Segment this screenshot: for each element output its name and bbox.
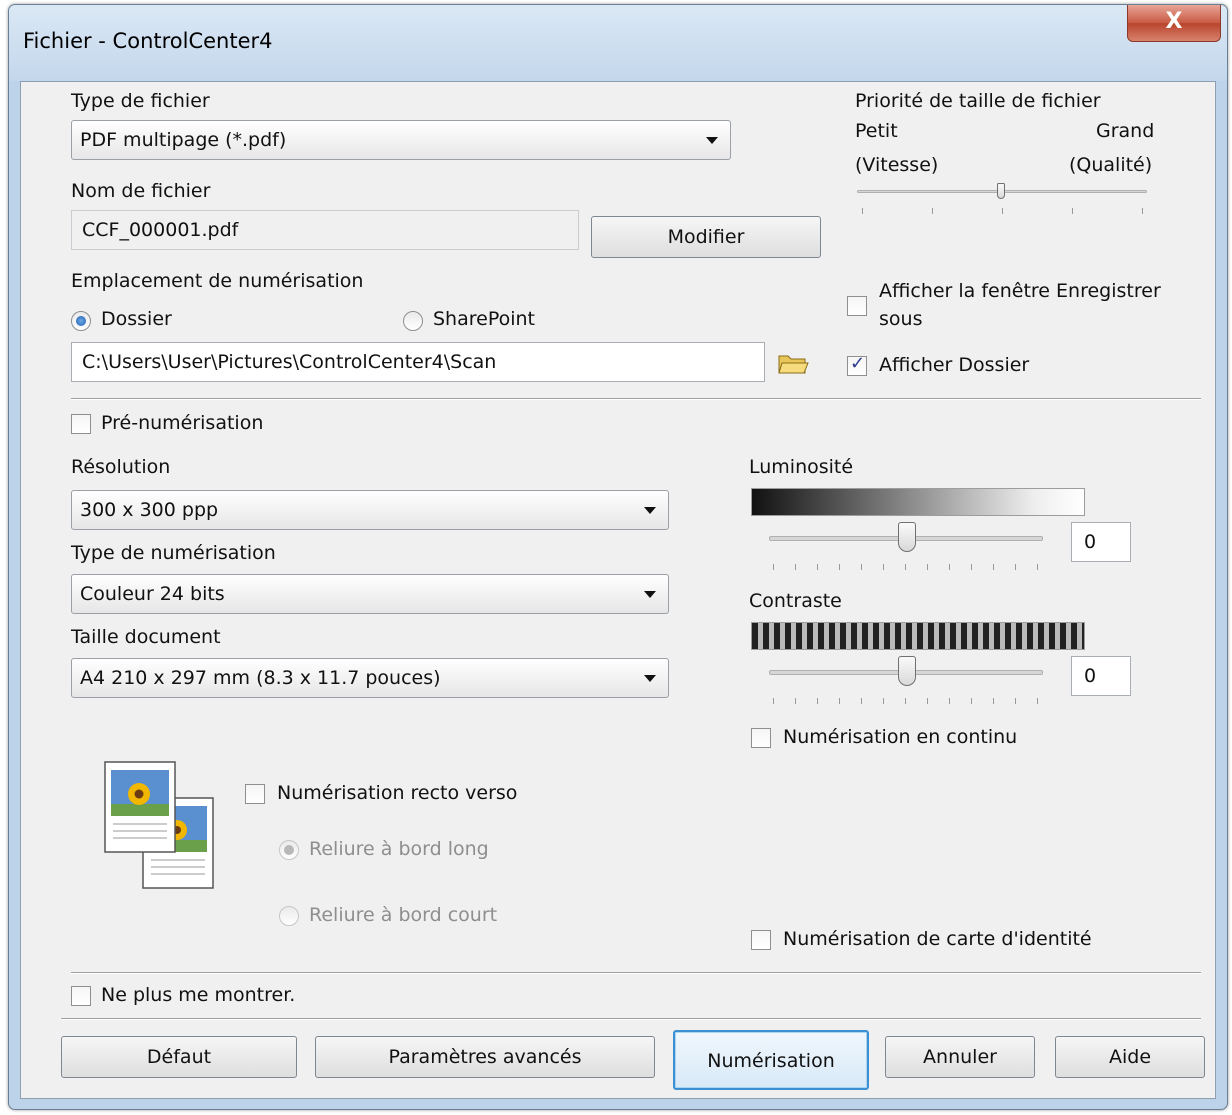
- separator-bottom: [61, 1018, 1201, 1020]
- chevron-down-icon: [644, 591, 656, 598]
- scan-path-input[interactable]: C:\Users\User\Pictures\ControlCenter4\Sc…: [71, 342, 765, 382]
- contrast-slider-thumb[interactable]: [898, 656, 916, 686]
- show-folder-checkbox[interactable]: [847, 353, 867, 376]
- file-type-select[interactable]: PDF multipage (*.pdf): [71, 120, 731, 160]
- separator-top: [71, 398, 1201, 400]
- file-name-value: CCF_000001.pdf: [82, 219, 239, 241]
- scan-type-value: Couleur 24 bits: [80, 583, 225, 605]
- file-size-priority-label: Priorité de taille de fichier: [855, 90, 1101, 112]
- modify-button[interactable]: Modifier: [591, 216, 821, 258]
- short-edge-label[interactable]: Reliure à bord court: [309, 904, 497, 926]
- continuous-scan-label[interactable]: Numérisation en continu: [783, 726, 1017, 748]
- chevron-down-icon: [706, 137, 718, 144]
- resolution-select[interactable]: 300 x 300 ppp: [71, 490, 669, 530]
- file-size-small-label: Petit: [855, 120, 898, 142]
- window-title: Fichier - ControlCenter4: [23, 29, 273, 53]
- chevron-down-icon: [644, 507, 656, 514]
- scan-path-value: C:\Users\User\Pictures\ControlCenter4\Sc…: [82, 351, 497, 373]
- duplex-scan-label[interactable]: Numérisation recto verso: [277, 782, 517, 804]
- advanced-settings-button[interactable]: Paramètres avancés: [315, 1036, 655, 1078]
- file-name-label: Nom de fichier: [71, 180, 211, 202]
- doc-size-label: Taille document: [71, 626, 221, 648]
- resolution-value: 300 x 300 ppp: [80, 499, 219, 521]
- file-name-field: CCF_000001.pdf: [71, 210, 579, 250]
- id-card-scan-label[interactable]: Numérisation de carte d'identité: [783, 928, 1092, 950]
- contrast-value-input[interactable]: 0: [1071, 656, 1131, 696]
- file-size-slider-thumb[interactable]: [997, 183, 1005, 199]
- folder-radio-label[interactable]: Dossier: [101, 308, 172, 330]
- file-type-value: PDF multipage (*.pdf): [80, 129, 287, 151]
- sharepoint-radio[interactable]: [403, 311, 423, 331]
- doc-size-select[interactable]: A4 210 x 297 mm (8.3 x 11.7 pouces): [71, 658, 669, 698]
- brightness-value-input[interactable]: 0: [1071, 522, 1131, 562]
- brightness-gradient-bar: [751, 488, 1085, 516]
- short-edge-radio[interactable]: [279, 906, 299, 926]
- resolution-label: Résolution: [71, 456, 171, 478]
- dialog-client-area: Type de fichier PDF multipage (*.pdf) Pr…: [20, 81, 1216, 1099]
- dont-show-label[interactable]: Ne plus me montrer.: [101, 984, 295, 1006]
- file-size-small-sub: (Vitesse): [855, 154, 939, 176]
- brightness-label: Luminosité: [749, 456, 854, 478]
- brightness-slider-thumb[interactable]: [898, 522, 916, 552]
- duplex-document-icon: [104, 761, 214, 889]
- default-button[interactable]: Défaut: [61, 1036, 297, 1078]
- help-button[interactable]: Aide: [1055, 1036, 1205, 1078]
- scan-location-label: Emplacement de numérisation: [71, 270, 364, 292]
- show-folder-label[interactable]: Afficher Dossier: [879, 354, 1029, 376]
- long-edge-radio[interactable]: [279, 840, 299, 860]
- file-size-large-label: Grand: [1096, 120, 1155, 142]
- title-bar[interactable]: Fichier - ControlCenter4 X: [9, 5, 1227, 81]
- file-size-large-sub: (Qualité): [1069, 154, 1153, 176]
- close-button[interactable]: X: [1127, 5, 1221, 42]
- prescan-checkbox[interactable]: [71, 414, 91, 434]
- show-save-as-label-line2[interactable]: sous: [879, 308, 922, 330]
- duplex-scan-checkbox[interactable]: [245, 784, 265, 804]
- folder-radio[interactable]: [71, 311, 91, 331]
- doc-size-value: A4 210 x 297 mm (8.3 x 11.7 pouces): [80, 667, 441, 689]
- scan-type-select[interactable]: Couleur 24 bits: [71, 574, 669, 614]
- continuous-scan-checkbox[interactable]: [751, 728, 771, 748]
- show-save-as-checkbox[interactable]: [847, 296, 867, 316]
- separator-middle: [71, 972, 1201, 974]
- file-type-label: Type de fichier: [71, 90, 210, 112]
- file-size-slider-ticks: [857, 208, 1147, 216]
- id-card-scan-checkbox[interactable]: [751, 930, 771, 950]
- cancel-button[interactable]: Annuler: [885, 1036, 1035, 1078]
- scan-button[interactable]: Numérisation: [673, 1030, 869, 1090]
- contrast-pattern-bar: [751, 622, 1085, 650]
- long-edge-label[interactable]: Reliure à bord long: [309, 838, 489, 860]
- dont-show-checkbox[interactable]: [71, 986, 91, 1006]
- contrast-slider-ticks: [773, 698, 1043, 706]
- chevron-down-icon: [644, 675, 656, 682]
- scan-type-label: Type de numérisation: [71, 542, 276, 564]
- prescan-label[interactable]: Pré-numérisation: [101, 412, 263, 434]
- dialog-window: Fichier - ControlCenter4 X Type de fichi…: [8, 4, 1228, 1110]
- show-save-as-label-line1[interactable]: Afficher la fenêtre Enregistrer: [879, 280, 1161, 302]
- sharepoint-radio-label[interactable]: SharePoint: [433, 308, 535, 330]
- folder-browse-icon[interactable]: [777, 352, 809, 376]
- brightness-slider-ticks: [773, 564, 1043, 572]
- contrast-label: Contraste: [749, 590, 842, 612]
